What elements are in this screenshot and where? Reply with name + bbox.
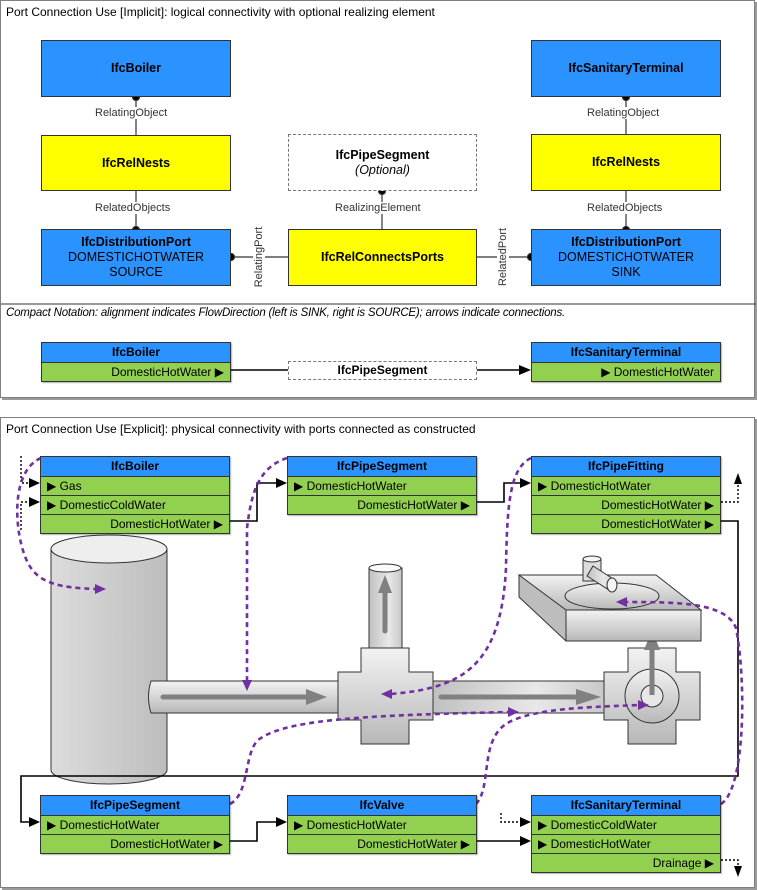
relating-port-label: RelatingPort [253, 225, 265, 289]
related-objects-label: RelatedObjects [94, 202, 172, 214]
connection-line [476, 482, 521, 503]
explicit-panel: Port Connection Use [Explicit]: physical… [0, 417, 755, 888]
realizing-element-label: RealizingElement [334, 202, 422, 214]
port-row[interactable]: ▶ DomesticColdWater [532, 816, 720, 835]
compact-sink-component[interactable]: IfcSanitaryTerminal ▶ DomesticHotWater [531, 342, 721, 382]
related-port-label: RelatedPort [497, 227, 509, 287]
pipe-segment-icon [148, 680, 340, 714]
component-sanitary-terminal[interactable]: IfcSanitaryTerminal ▶ DomesticColdWater … [531, 795, 721, 873]
component-name: IfcPipeSegment [288, 457, 476, 477]
arrowhead-icon [276, 478, 287, 488]
optional-note: (Optional) [355, 162, 410, 177]
element-name: IfcSanitaryTerminal [568, 61, 684, 75]
relation-name: IfcRelConnectsPorts [321, 250, 444, 264]
port-system: DOMESTICHOTWATER [67, 250, 205, 264]
port-row[interactable]: DomesticHotWater ▶ [42, 363, 230, 381]
port-row[interactable]: ▶ DomesticHotWater [532, 477, 720, 496]
port-name: IfcDistributionPort [81, 235, 191, 249]
relation-name: IfcRelNests [101, 155, 171, 170]
arrowhead-icon [29, 497, 40, 507]
component-boiler[interactable]: IfcBoiler ▶ Gas ▶ DomesticColdWater Dome… [40, 456, 230, 534]
related-objects-label: RelatedObjects [586, 202, 664, 214]
component-name: IfcSanitaryTerminal [532, 796, 720, 816]
arrowhead-icon [734, 473, 742, 484]
component-pipe-fitting[interactable]: IfcPipeFitting ▶ DomesticHotWater Domest… [531, 456, 721, 534]
port-row[interactable]: ▶ DomesticHotWater [41, 816, 229, 835]
component-name: IfcPipeFitting [532, 457, 720, 477]
port-row[interactable]: DomesticHotWater ▶ [288, 835, 476, 853]
component-pipe-segment-2[interactable]: IfcPipeSegment ▶ DomesticHotWater Domest… [40, 795, 230, 854]
compact-source-component[interactable]: IfcBoiler DomesticHotWater ▶ [41, 342, 231, 382]
arrowhead-icon [520, 478, 531, 488]
compact-middle-element[interactable]: IfcPipeSegment [288, 361, 477, 380]
implicit-right-element[interactable]: IfcSanitaryTerminal [531, 40, 721, 97]
port-row[interactable]: DomesticHotWater ▶ [41, 835, 229, 853]
implicit-realizing-element[interactable]: IfcPipeSegment (Optional) [288, 134, 477, 191]
arrowhead-icon [29, 478, 40, 488]
connection-line [230, 821, 277, 842]
component-name: IfcValve [288, 796, 476, 816]
port-row[interactable]: ▶ DomesticColdWater [41, 496, 229, 515]
implicit-panel: Port Connection Use [Implicit]: logical … [0, 0, 756, 398]
component-name: IfcPipeSegment [41, 796, 229, 816]
port-row[interactable]: ▶ DomesticHotWater [288, 477, 476, 496]
port-name: IfcDistributionPort [571, 235, 681, 249]
implicit-connects-ports[interactable]: IfcRelConnectsPorts [288, 229, 477, 286]
component-name: IfcSanitaryTerminal [532, 343, 720, 363]
element-name: IfcBoiler [110, 61, 161, 75]
arrowhead-icon [519, 365, 531, 375]
port-row[interactable]: DomesticHotWater ▶ [288, 496, 476, 514]
implicit-left-element[interactable]: IfcBoiler [41, 40, 231, 97]
implicit-right-nests[interactable]: IfcRelNests [531, 134, 721, 191]
element-name: IfcPipeSegment [337, 363, 428, 377]
port-row[interactable]: DomesticHotWater ▶ [532, 515, 720, 533]
port-row[interactable]: ▶ Gas [41, 477, 229, 496]
port-flow: SOURCE [109, 265, 163, 279]
sanitary-terminal-icon [517, 555, 703, 642]
port-row[interactable]: ▶ DomesticHotWater [532, 835, 720, 854]
relating-object-label: RelatingObject [94, 107, 169, 119]
pipe-riser-icon [368, 563, 403, 655]
relating-object-label: RelatingObject [586, 107, 661, 119]
element-name: IfcPipeSegment [335, 147, 430, 162]
compact-title: Compact Notation: alignment indicates Fl… [6, 307, 566, 319]
arrowhead-icon [29, 817, 40, 827]
arrowhead-icon [520, 817, 531, 827]
implicit-left-nests[interactable]: IfcRelNests [41, 135, 231, 191]
arrowhead-icon [520, 836, 531, 846]
component-pipe-segment[interactable]: IfcPipeSegment ▶ DomesticHotWater Domest… [287, 456, 477, 515]
port-flow: SINK [611, 265, 641, 279]
connection-line [230, 482, 277, 522]
port-system: DOMESTICHOTWATER [557, 250, 695, 264]
port-row[interactable]: ▶ DomesticHotWater [288, 816, 476, 835]
arrowhead-icon [276, 817, 287, 827]
arrowhead-icon [734, 866, 742, 877]
port-row[interactable]: DomesticHotWater ▶ [532, 496, 720, 515]
implicit-left-port[interactable]: IfcDistributionPort DOMESTICHOTWATER SOU… [41, 229, 231, 286]
component-valve[interactable]: IfcValve ▶ DomesticHotWater DomesticHotW… [287, 795, 477, 854]
component-name: IfcBoiler [42, 343, 230, 363]
implicit-right-port[interactable]: IfcDistributionPort DOMESTICHOTWATER SIN… [531, 229, 721, 286]
component-name: IfcBoiler [41, 457, 229, 477]
port-row[interactable]: Drainage ▶ [532, 854, 720, 872]
relation-name: IfcRelNests [591, 155, 661, 169]
valve-icon [603, 630, 701, 745]
port-row[interactable]: ▶ DomesticHotWater [532, 363, 720, 381]
port-row[interactable]: DomesticHotWater ▶ [41, 515, 229, 533]
boiler-tank-icon [50, 534, 168, 785]
